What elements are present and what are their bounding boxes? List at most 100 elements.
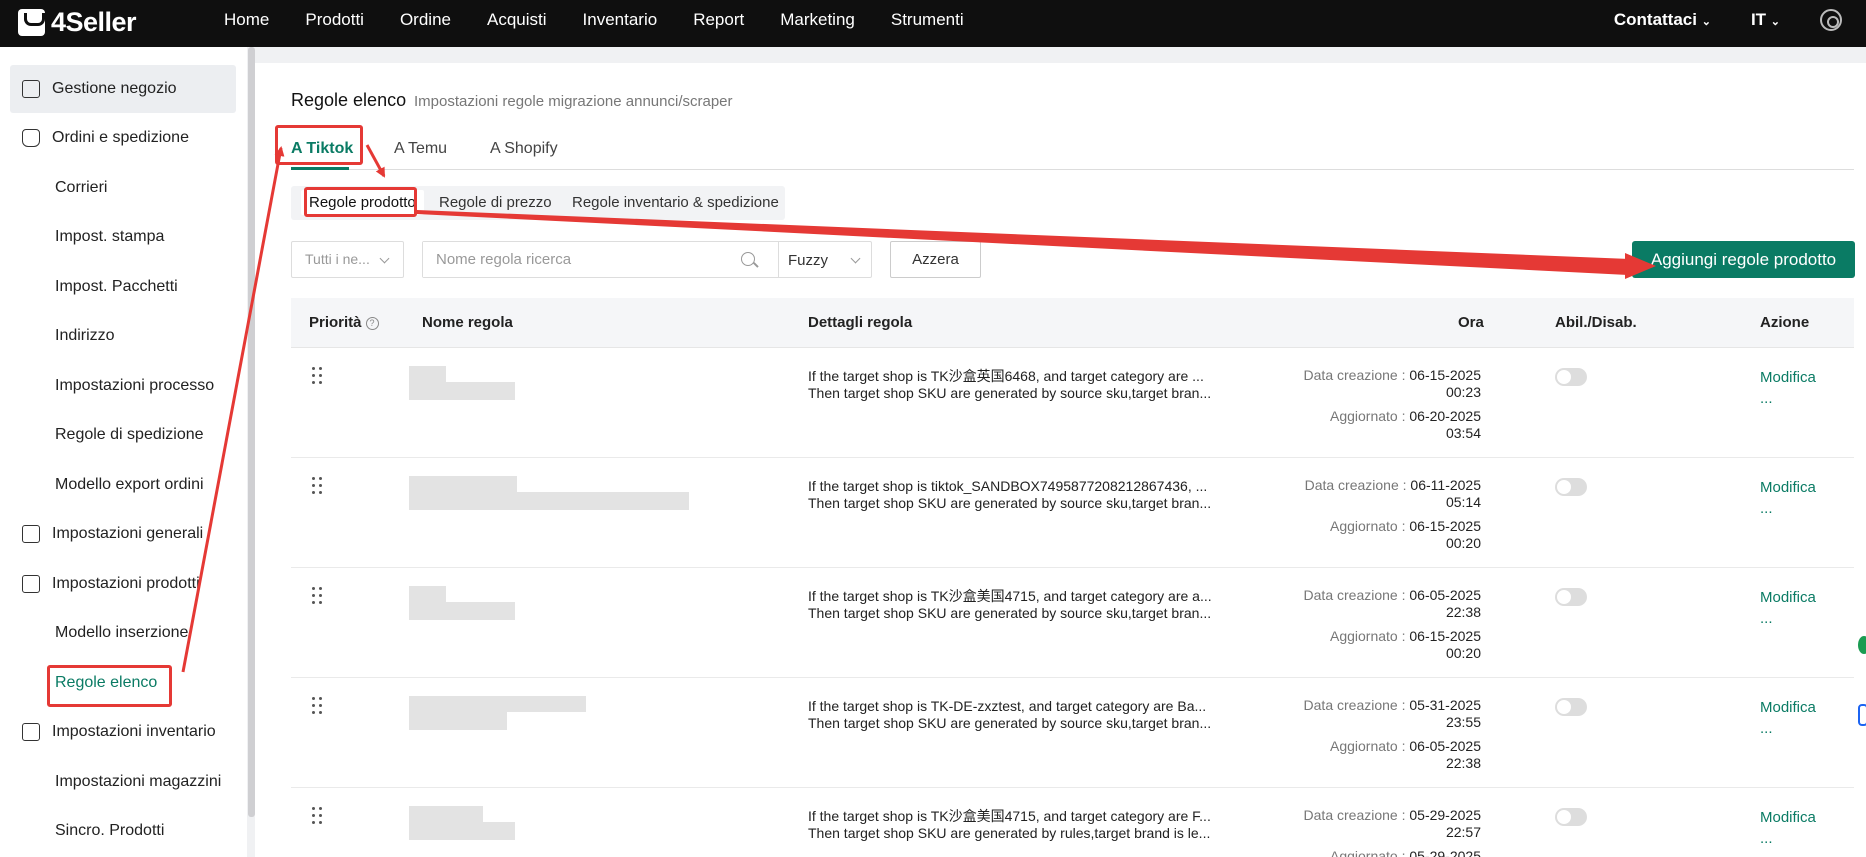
created-time: Data creazione : 06-05-2025 22:38 <box>1304 587 1481 621</box>
sidebar-item-impostazioni-generali[interactable]: Impostazioni generali <box>10 510 236 558</box>
edit-link[interactable]: Modifica <box>1760 807 1816 828</box>
sidebar-item-label: Gestione negozio <box>52 80 177 97</box>
subtab-regole-inventario-spedizione[interactable]: Regole inventario & spedizione <box>572 194 779 211</box>
created-time: Data creazione : 06-15-2025 00:23 <box>1304 367 1481 401</box>
shop-filter-select[interactable]: Tutti i ne... <box>291 241 404 278</box>
updated-date: 06-15-2025 <box>1409 518 1481 534</box>
updated-time: Aggiornato : 06-15-2025 00:20 <box>1330 518 1481 552</box>
subtab-label: Regole inventario & spedizione <box>572 194 779 211</box>
sidebar-item-impostazioni-prodotti[interactable]: Impostazioni prodotti <box>10 560 236 608</box>
order-bag-icon <box>22 129 40 147</box>
rule-detail-line: Then target shop SKU are generated by so… <box>808 605 1212 621</box>
sidebar-item-impostazioni-processo[interactable]: Impostazioni processo <box>10 362 236 410</box>
floating-help-icon[interactable] <box>1858 704 1866 726</box>
more-actions-link[interactable]: ... <box>1760 498 1816 519</box>
table-row: If the target shop is TK沙盒英国6468, and ta… <box>291 348 1854 458</box>
floating-chat-icon[interactable] <box>1858 636 1866 654</box>
more-actions-link[interactable]: ... <box>1760 718 1816 739</box>
enable-toggle[interactable] <box>1555 698 1587 716</box>
subtab-regole-prezzo[interactable]: Regole di prezzo <box>439 194 552 211</box>
nav-prodotti[interactable]: Prodotti <box>305 10 364 30</box>
row-actions: Modifica ... <box>1760 697 1816 739</box>
sidebar-item-label: Impostazioni generali <box>52 525 204 542</box>
tab-temu[interactable]: A Temu <box>394 140 447 158</box>
help-icon[interactable]: ? <box>365 317 379 330</box>
drag-handle-icon[interactable] <box>312 807 323 824</box>
updated-label: Aggiornato : <box>1329 518 1410 534</box>
enable-toggle[interactable] <box>1555 478 1587 496</box>
chevron-down-icon: ⌄ <box>1701 16 1711 28</box>
sidebar-item-modello-export-ordini[interactable]: Modello export ordini <box>10 461 236 509</box>
nav-inventario[interactable]: Inventario <box>583 10 658 30</box>
contact-menu[interactable]: Contattaci ⌄ <box>1614 10 1711 30</box>
edit-link[interactable]: Modifica <box>1760 477 1816 498</box>
settings-gear-icon[interactable] <box>1820 9 1842 31</box>
nav-ordine[interactable]: Ordine <box>400 10 451 30</box>
sidebar-item-indirizzo[interactable]: Indirizzo <box>10 312 236 360</box>
more-actions-link[interactable]: ... <box>1760 828 1816 849</box>
drag-handle-icon[interactable] <box>312 587 323 604</box>
table-row: If the target shop is TK沙盒美国4715, and ta… <box>291 788 1854 857</box>
tab-label: A Temu <box>394 140 448 157</box>
created-clock: 22:57 <box>1445 824 1481 840</box>
sidebar-item-regole-spedizione[interactable]: Regole di spedizione <box>10 411 236 459</box>
match-mode-select[interactable]: Fuzzy <box>778 242 872 277</box>
sidebar-scrollbar[interactable] <box>248 47 255 817</box>
created-date: 06-11-2025 <box>1410 477 1481 493</box>
search-icon[interactable] <box>741 252 755 266</box>
sidebar-item-ordini-spedizione[interactable]: Ordini e spedizione <box>10 114 236 162</box>
sidebar-item-label: Ordini e spedizione <box>52 129 189 146</box>
created-date: 05-31-2025 <box>1409 697 1481 713</box>
nav-acquisti[interactable]: Acquisti <box>487 10 547 30</box>
rule-detail-line: If the target shop is TK-DE-zxztest, and… <box>808 698 1207 714</box>
tab-shopify[interactable]: A Shopify <box>490 140 558 158</box>
sidebar-item-impostazioni-magazzini[interactable]: Impostazioni magazzini <box>10 758 236 806</box>
sidebar-item-sincro-prodotti[interactable]: Sincro. Prodotti <box>10 807 236 855</box>
rule-detail-line: If the target shop is TK沙盒美国4715, and ta… <box>808 808 1211 824</box>
enable-toggle[interactable] <box>1555 808 1587 826</box>
language-menu[interactable]: IT ⌄ <box>1751 10 1780 30</box>
edit-link[interactable]: Modifica <box>1760 587 1816 608</box>
updated-label: Aggiornato : <box>1329 408 1410 424</box>
sidebar-item-label: Impostazioni inventario <box>52 723 216 740</box>
rule-detail-line: Then target shop SKU are generated by so… <box>808 385 1212 401</box>
sidebar-item-impost-pacchetti[interactable]: Impost. Pacchetti <box>10 263 236 311</box>
more-actions-link[interactable]: ... <box>1760 608 1816 629</box>
match-mode-value: Fuzzy <box>788 252 829 269</box>
rule-details: If the target shop is TK沙盒美国4715, and ta… <box>808 588 1248 622</box>
search-input[interactable] <box>423 242 778 277</box>
nav-report[interactable]: Report <box>693 10 744 30</box>
drag-handle-icon[interactable] <box>312 697 323 714</box>
created-date: 06-05-2025 <box>1409 587 1481 603</box>
updated-label: Aggiornato : <box>1329 738 1410 754</box>
annotation-box-regole-elenco <box>47 665 172 707</box>
contact-label: Contattaci <box>1613 10 1697 29</box>
nav-strumenti[interactable]: Strumenti <box>891 10 964 30</box>
sidebar-item-impost-stampa[interactable]: Impost. stampa <box>10 213 236 261</box>
nav-home[interactable]: Home <box>224 10 269 30</box>
drag-handle-icon[interactable] <box>312 367 323 384</box>
nav-marketing[interactable]: Marketing <box>780 10 855 30</box>
reset-button[interactable]: Azzera <box>890 241 981 278</box>
enable-toggle[interactable] <box>1555 368 1587 386</box>
app-logo[interactable]: 4Seller <box>18 7 137 38</box>
drag-handle-icon[interactable] <box>312 477 323 494</box>
created-time: Data creazione : 05-31-2025 23:55 <box>1304 697 1481 731</box>
edit-link[interactable]: Modifica <box>1760 697 1816 718</box>
language-label: IT <box>1750 10 1767 29</box>
edit-link[interactable]: Modifica <box>1760 367 1816 388</box>
rule-details: If the target shop is TK沙盒美国4715, and ta… <box>808 808 1248 842</box>
more-actions-link[interactable]: ... <box>1760 388 1816 409</box>
enable-toggle[interactable] <box>1555 588 1587 606</box>
sidebar-item-modello-inserzione[interactable]: Modello inserzione <box>10 609 236 657</box>
rule-details: If the target shop is TK沙盒英国6468, and ta… <box>808 368 1248 402</box>
upload-box-icon <box>22 575 40 593</box>
add-product-rule-button[interactable]: Aggiungi regole prodotto <box>1632 241 1855 278</box>
sidebar-item-impostazioni-inventario[interactable]: Impostazioni inventario <box>10 708 236 756</box>
created-clock: 00:23 <box>1445 384 1481 400</box>
sidebar-item-gestione-negozio[interactable]: Gestione negozio <box>10 65 236 113</box>
sidebar-item-corrieri[interactable]: Corrieri <box>10 164 236 212</box>
table-row: If the target shop is TK沙盒美国4715, and ta… <box>291 568 1854 678</box>
chevron-down-icon <box>379 253 390 264</box>
created-label: Data creazione : <box>1303 367 1410 383</box>
